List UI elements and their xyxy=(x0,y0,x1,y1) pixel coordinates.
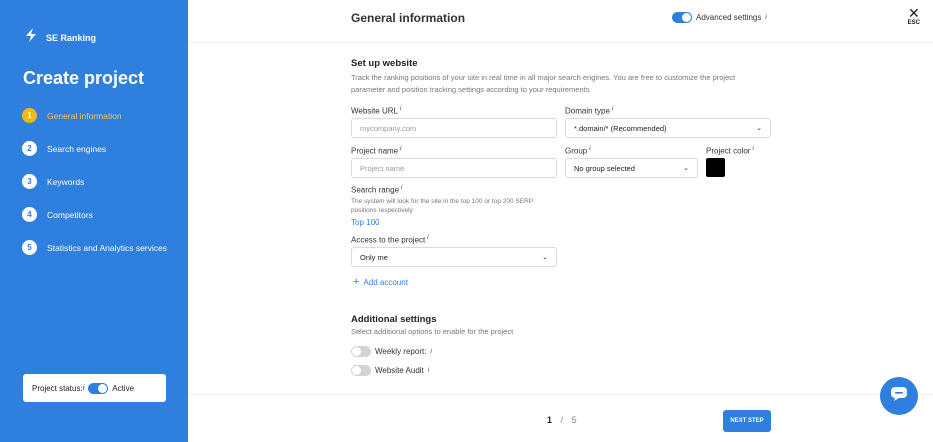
setup-description: Track the ranking positions of your site… xyxy=(351,73,736,94)
step-label: Competitors xyxy=(47,210,93,220)
label-text: Search range xyxy=(351,185,400,195)
sidebar: SE Ranking Create project 1 General info… xyxy=(0,0,188,442)
add-account-button[interactable]: + Add account xyxy=(353,276,408,288)
step-number: 5 xyxy=(22,240,37,255)
step-label: Keywords xyxy=(47,177,85,187)
steps-list: 1 General information 2 Search engines 3… xyxy=(22,108,182,273)
step-search-engines[interactable]: 2 Search engines xyxy=(22,141,182,174)
close-button[interactable]: ✕ ESC xyxy=(908,6,920,26)
info-icon[interactable]: i xyxy=(400,106,401,112)
step-number: 1 xyxy=(22,108,37,123)
project-name-input[interactable]: Project name xyxy=(351,158,557,178)
project-status-card: Project status: i Active xyxy=(23,374,166,402)
label-text: Access to the project xyxy=(351,235,426,245)
project-status-label: Project status: xyxy=(32,383,83,393)
info-icon[interactable]: i xyxy=(428,368,429,374)
additional-settings-description: Select additional options to enable for … xyxy=(351,327,514,336)
search-range-note: The system will look for the site in the… xyxy=(351,198,533,214)
footer: 1 / 5 NEXT STEP xyxy=(188,394,933,442)
close-icon: ✕ xyxy=(907,5,920,21)
step-number: 4 xyxy=(22,207,37,222)
website-audit-option: Website Audit i xyxy=(351,365,429,376)
selected-value: *.domain/* (Recommended) xyxy=(574,123,667,133)
project-status-value: Active xyxy=(112,383,135,393)
step-label: Statistics and Analytics services xyxy=(47,243,167,253)
step-keywords[interactable]: 3 Keywords xyxy=(22,174,182,207)
weekly-report-toggle[interactable] xyxy=(351,346,371,357)
weekly-report-option: Weekly report: i xyxy=(351,346,432,357)
step-number: 3 xyxy=(22,174,37,189)
website-audit-label: Website Audit xyxy=(375,366,424,375)
project-color-swatch[interactable] xyxy=(706,158,725,177)
selected-value: Only me xyxy=(360,252,388,262)
step-pager: 1 / 5 xyxy=(547,415,577,425)
info-icon[interactable]: i xyxy=(430,349,431,355)
search-range-link[interactable]: Top 100 xyxy=(351,218,379,227)
info-icon[interactable]: i xyxy=(400,146,401,152)
esc-label: ESC xyxy=(907,20,920,26)
info-icon[interactable]: i xyxy=(612,106,613,112)
page-title: General information xyxy=(351,11,466,25)
info-icon[interactable]: i xyxy=(752,146,753,152)
total-steps: 5 xyxy=(571,415,577,425)
chevron-down-icon: ⌄ xyxy=(683,165,689,172)
info-icon[interactable]: i xyxy=(427,235,428,241)
advanced-settings-label: Advanced settings xyxy=(696,13,762,22)
website-url-label: Website URL i xyxy=(351,106,401,116)
se-ranking-logo-icon xyxy=(24,28,38,47)
label-text: Domain type xyxy=(565,106,610,116)
info-icon[interactable]: i xyxy=(83,385,85,392)
project-color-label: Project color i xyxy=(706,146,754,156)
create-project-title: Create project xyxy=(23,68,145,88)
group-label: Group i xyxy=(565,146,591,156)
website-audit-toggle[interactable] xyxy=(351,365,371,376)
pager-separator: / xyxy=(560,415,564,425)
current-step: 1 xyxy=(547,415,553,425)
step-general-information[interactable]: 1 General information xyxy=(22,108,182,141)
chat-icon xyxy=(890,386,908,407)
weekly-report-label: Weekly report: xyxy=(375,347,427,356)
selected-value: No group selected xyxy=(574,163,635,173)
info-icon[interactable]: i xyxy=(589,146,590,152)
project-name-label: Project name i xyxy=(351,146,401,156)
setup-section: Set up website Track the ranking positio… xyxy=(351,58,781,96)
advanced-settings-toggle[interactable] xyxy=(672,12,692,23)
header: General information Advanced settings i … xyxy=(188,0,933,43)
advanced-settings: Advanced settings i xyxy=(672,12,767,23)
plus-icon: + xyxy=(353,276,360,288)
info-icon[interactable]: i xyxy=(765,15,766,21)
domain-type-select[interactable]: *.domain/* (Recommended) ⌄ xyxy=(565,118,771,138)
next-step-button[interactable]: NEXT STEP xyxy=(723,410,771,432)
brand-name: SE Ranking xyxy=(46,32,97,43)
step-label: General information xyxy=(47,111,122,121)
access-select[interactable]: Only me ⌄ xyxy=(351,247,557,267)
step-number: 2 xyxy=(22,141,37,156)
label-text: Group xyxy=(565,146,588,156)
additional-settings-title: Additional settings xyxy=(351,314,437,325)
label-text: Project name xyxy=(351,146,399,156)
access-label: Access to the project i xyxy=(351,235,429,245)
website-url-input[interactable]: mycompany.com xyxy=(351,118,557,138)
group-select[interactable]: No group selected ⌄ xyxy=(565,158,698,178)
label-text: Project color xyxy=(706,146,751,156)
setup-title: Set up website xyxy=(351,58,418,69)
step-label: Search engines xyxy=(47,144,107,154)
brand-logo: SE Ranking xyxy=(24,28,96,47)
project-status-toggle[interactable] xyxy=(88,382,109,394)
domain-type-label: Domain type i xyxy=(565,106,613,116)
step-statistics-analytics[interactable]: 5 Statistics and Analytics services xyxy=(22,240,182,273)
label-text: Website URL xyxy=(351,106,398,116)
chevron-down-icon: ⌄ xyxy=(542,254,548,261)
placeholder-text: Project name xyxy=(360,163,405,173)
search-range-label: Search range i xyxy=(351,185,402,195)
add-account-label: Add account xyxy=(363,278,408,287)
chevron-down-icon: ⌄ xyxy=(756,125,762,132)
step-competitors[interactable]: 4 Competitors xyxy=(22,207,182,240)
chat-button[interactable] xyxy=(880,377,918,415)
info-icon[interactable]: i xyxy=(401,185,402,191)
placeholder-text: mycompany.com xyxy=(360,123,417,133)
